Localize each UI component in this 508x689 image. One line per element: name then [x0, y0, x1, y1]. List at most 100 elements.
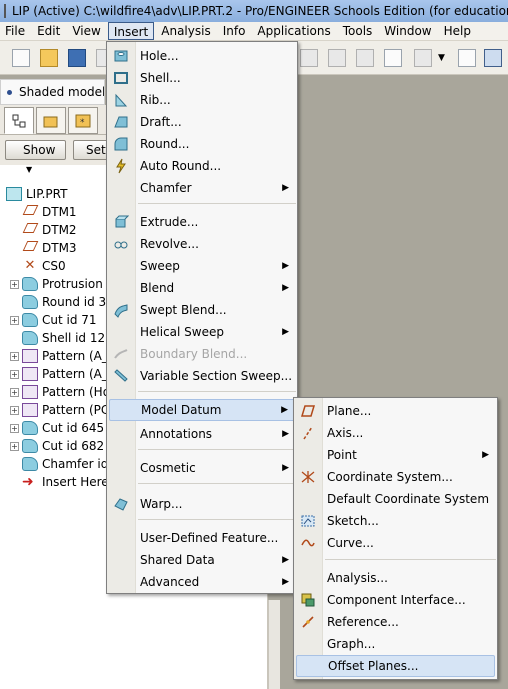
model-tree-tab[interactable] [4, 107, 34, 134]
expand-icon[interactable]: + [10, 442, 19, 451]
expand-icon[interactable]: + [10, 316, 19, 325]
tree-item-cs0[interactable]: ✕ CS0 [22, 257, 66, 275]
menu-item-blend[interactable]: Blend ▶ [109, 277, 295, 299]
chevron-down-icon[interactable]: ▼ [438, 49, 448, 67]
analysis-icon[interactable] [458, 49, 476, 67]
expand-icon[interactable]: + [10, 424, 19, 433]
menu-item-cosmetic[interactable]: Cosmetic ▶ [109, 457, 295, 479]
menu-item-draft[interactable]: Draft... [109, 111, 295, 133]
app-icon [4, 4, 6, 18]
expand-icon[interactable]: + [10, 280, 19, 289]
menu-item-coordinate-system[interactable]: Coordinate System... [296, 466, 495, 488]
expand-icon[interactable]: + [10, 370, 19, 379]
menu-item-chamfer[interactable]: Chamfer ▶ [109, 177, 295, 199]
menu-item-label: User-Defined Feature... [140, 531, 279, 545]
menu-item-shared-data[interactable]: Shared Data ▶ [109, 549, 295, 571]
menu-item-shell[interactable]: Shell... [109, 67, 295, 89]
tree-item-shell[interactable]: Shell id 126 [22, 329, 113, 347]
menu-edit[interactable]: Edit [32, 22, 65, 40]
menu-item-warp[interactable]: Warp... [109, 493, 295, 515]
menu-item-extrude[interactable]: Extrude... [109, 211, 295, 233]
menu-insert[interactable]: Insert [107, 22, 155, 40]
folder-browser-tab[interactable] [36, 107, 66, 134]
tree-item-cut-682[interactable]: Cut id 682 [22, 437, 104, 455]
feature-icon [22, 277, 38, 291]
tree-item-label: DTM2 [42, 223, 77, 237]
selection-filter-icon[interactable] [414, 49, 432, 67]
tree-item-label: Cut id 71 [42, 313, 97, 327]
menu-analysis[interactable]: Analysis [156, 22, 215, 40]
menu-item-component-interface[interactable]: Component Interface... [296, 589, 495, 611]
paste-icon[interactable] [356, 49, 374, 67]
datum-plane-icon [22, 223, 39, 237]
menu-item-user-defined-feature[interactable]: User-Defined Feature... [109, 527, 295, 549]
tree-item-protrusion[interactable]: Protrusion [22, 275, 103, 293]
datum-axis-icon [303, 426, 313, 440]
tree-item-cut-645[interactable]: Cut id 645 [22, 419, 104, 437]
menu-item-point[interactable]: Point ▶ [296, 444, 495, 466]
menu-item-label: Plane... [327, 404, 372, 418]
menu-item-default-coordinate-system[interactable]: Default Coordinate System [296, 488, 495, 510]
menu-file[interactable]: File [0, 22, 30, 40]
menu-tools[interactable]: Tools [338, 22, 378, 40]
menu-item-annotations[interactable]: Annotations ▶ [109, 423, 295, 445]
menu-item-hole[interactable]: Hole... [109, 45, 295, 67]
tree-item-insert-here[interactable]: ➜ Insert Here [22, 473, 109, 491]
show-dropdown-button[interactable]: Show ▼ [5, 140, 66, 174]
tree-item-lip-prt[interactable]: LIP.PRT [6, 185, 67, 203]
menu-item-plane[interactable]: Plane... [296, 400, 495, 422]
tree-item-pattern-3[interactable]: Pattern (Ho [22, 383, 110, 401]
open-file-icon[interactable] [40, 49, 58, 67]
tree-item-pattern-4[interactable]: Pattern (PC [22, 401, 109, 419]
menu-item-round[interactable]: Round... [109, 133, 295, 155]
expand-icon[interactable]: + [10, 388, 19, 397]
menu-item-analysis[interactable]: Analysis... [296, 567, 495, 589]
tree-item-pattern-1[interactable]: Pattern (A_ [22, 347, 108, 365]
tree-item-dtm1[interactable]: DTM1 [22, 203, 77, 221]
menu-item-offset-planes[interactable]: Offset Planes... [296, 655, 495, 677]
regenerate-icon[interactable] [300, 49, 318, 67]
menu-item-revolve[interactable]: Revolve... [109, 233, 295, 255]
menu-help[interactable]: Help [439, 22, 476, 40]
menu-item-swept-blend[interactable]: Swept Blend... [109, 299, 295, 321]
sort-icon[interactable] [384, 49, 402, 67]
round-icon [114, 137, 128, 151]
tree-item-round[interactable]: Round id 38 [22, 293, 114, 311]
menu-applications[interactable]: Applications [252, 22, 335, 40]
datum-sketch-icon[interactable] [484, 49, 502, 67]
menu-item-label: Auto Round... [140, 159, 222, 173]
datum-plane-icon [22, 241, 39, 255]
expand-icon[interactable]: + [10, 406, 19, 415]
tree-item-label: Chamfer id [42, 457, 109, 471]
save-icon[interactable] [68, 49, 86, 67]
menu-info[interactable]: Info [218, 22, 251, 40]
tree-item-chamfer[interactable]: Chamfer id [22, 455, 108, 473]
menu-item-rib[interactable]: Rib... [109, 89, 295, 111]
menu-item-variable-section-sweep[interactable]: Variable Section Sweep... [109, 365, 295, 387]
copy-icon[interactable] [328, 49, 346, 67]
menu-item-sketch[interactable]: Sketch... [296, 510, 495, 532]
menu-item-boundary-blend[interactable]: Boundary Blend... [109, 343, 295, 365]
new-file-icon[interactable] [12, 49, 30, 67]
navigator-tabs: * [0, 105, 106, 135]
menu-item-helical-sweep[interactable]: Helical Sweep ▶ [109, 321, 295, 343]
menu-item-reference[interactable]: Reference... [296, 611, 495, 633]
menu-item-axis[interactable]: Axis... [296, 422, 495, 444]
tree-item-dtm2[interactable]: DTM2 [22, 221, 77, 239]
vertical-scrollbar[interactable] [268, 600, 280, 689]
tree-item-dtm3[interactable]: DTM3 [22, 239, 77, 257]
menu-item-model-datum[interactable]: Model Datum ▶ [109, 399, 295, 421]
menu-item-graph[interactable]: Graph... [296, 633, 495, 655]
expand-icon[interactable]: + [10, 352, 19, 361]
tree-item-cut-71[interactable]: Cut id 71 [22, 311, 97, 329]
menu-item-advanced[interactable]: Advanced ▶ [109, 571, 295, 593]
favorites-tab[interactable]: * [68, 107, 98, 134]
menu-window[interactable]: Window [379, 22, 436, 40]
pattern-icon [22, 385, 38, 399]
menu-view[interactable]: View [67, 22, 105, 40]
tree-item-pattern-2[interactable]: Pattern (A_ [22, 365, 108, 383]
menu-item-auto-round[interactable]: Auto Round... [109, 155, 295, 177]
chamfer-icon [22, 457, 38, 471]
menu-item-curve[interactable]: Curve... [296, 532, 495, 554]
menu-item-sweep[interactable]: Sweep ▶ [109, 255, 295, 277]
